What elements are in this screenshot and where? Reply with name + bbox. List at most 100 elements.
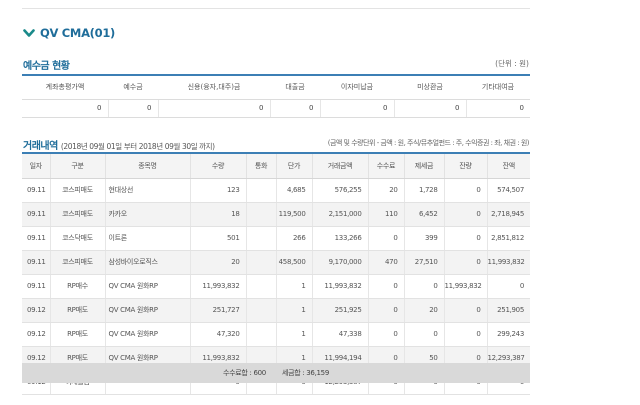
table-cell: 09.11	[22, 250, 50, 275]
table-cell: 09.12	[22, 322, 50, 347]
balance-column-header: 이자미납금	[320, 74, 394, 100]
table-cell: 251,925	[311, 298, 368, 323]
table-cell: RP매수	[49, 274, 105, 299]
table-cell: 1	[275, 322, 312, 347]
account-header[interactable]: QV CMA(01)	[23, 25, 115, 41]
table-cell: 20	[403, 298, 444, 323]
transactions-header-row: 일자 구분 종목명 수량 통화 단가 거래금액 수수료 제세금 잔량 잔액	[22, 152, 530, 179]
table-cell: 47,338	[311, 322, 368, 347]
table-cell: 삼성바이오로직스	[104, 250, 190, 275]
table-cell: 09.11	[22, 274, 50, 299]
table-cell: 09.11	[22, 178, 50, 203]
table-cell: 47,320	[189, 322, 246, 347]
table-cell: 458,500	[275, 250, 312, 275]
table-cell: 1	[275, 274, 312, 299]
table-cell: 6,452	[403, 202, 444, 227]
table-cell: 266	[275, 226, 312, 251]
transactions-column-header: 통화	[245, 152, 276, 179]
balance-column-header: 신용(융자,대주)금	[158, 74, 270, 100]
transactions-column-header: 수량	[189, 152, 246, 179]
table-cell: 0	[443, 178, 487, 203]
table-cell: 0	[443, 298, 487, 323]
transactions-unit-note: (금액 및 수량단위 - 금액 : 원, 주식/뮤추얼펀드 : 주, 수익증권 …	[327, 139, 530, 147]
table-cell: 09.12	[22, 298, 50, 323]
table-cell: 27,510	[403, 250, 444, 275]
transactions-column-header: 잔액	[486, 152, 530, 179]
table-cell: 299,243	[486, 322, 530, 347]
table-cell: 2,718,945	[486, 202, 530, 227]
table-cell: 0	[443, 226, 487, 251]
table-cell: 09.11	[22, 202, 50, 227]
table-cell	[245, 178, 276, 203]
transactions-period: (2018년 09월 01일 부터 2018년 09월 30일 까지)	[60, 142, 215, 151]
transactions-column-header: 일자	[22, 152, 50, 179]
balance-column-header: 계좌총평가액	[22, 74, 108, 100]
table-cell: 0	[403, 322, 444, 347]
table-cell: 카카오	[104, 202, 190, 227]
balance-value-row: 0000000	[22, 99, 530, 118]
balance-value-cell: 0	[269, 99, 320, 118]
balance-column-header: 대출금	[270, 74, 320, 100]
balance-value-cell: 0	[393, 99, 466, 118]
table-cell: 20	[367, 178, 404, 203]
table-cell: 18	[189, 202, 246, 227]
table-cell: 110	[367, 202, 404, 227]
table-cell: 09.11	[22, 226, 50, 251]
table-cell: QV CMA 원화RP	[104, 298, 190, 323]
transactions-column-header: 수수료	[367, 152, 404, 179]
table-cell: 0	[443, 322, 487, 347]
table-cell: 0	[443, 202, 487, 227]
table-cell: QV CMA 원화RP	[104, 274, 190, 299]
table-cell: 이트론	[104, 226, 190, 251]
table-cell: 0	[443, 250, 487, 275]
table-row[interactable]: 09.12 RP매도 QV CMA 원화RP 251,727 1 251,925 0 20 0 2…	[22, 298, 530, 323]
transactions-column-header: 구분	[49, 152, 105, 179]
balance-value-cell: 0	[157, 99, 270, 118]
table-cell: 399	[403, 226, 444, 251]
table-cell: 123	[189, 178, 246, 203]
table-cell: 11,993,832	[443, 274, 487, 299]
table-cell: 0	[486, 274, 530, 299]
table-cell: 1,728	[403, 178, 444, 203]
chevron-down-icon[interactable]	[23, 28, 35, 38]
table-row[interactable]: 09.12 RP매도 QV CMA 원화RP 47,320 1 47,338 0 0 0 299,…	[22, 322, 530, 347]
table-cell	[245, 274, 276, 299]
transactions-table: 일자 구분 종목명 수량 통화 단가 거래금액 수수료 제세금 잔량 잔액 09.11 코스피매도 현대…	[22, 152, 530, 395]
table-row[interactable]: 09.11 코스피매도 현대상선 123 4,685 576,255 20 1,728 0 574…	[22, 178, 530, 203]
balance-column-header: 예수금	[108, 74, 158, 100]
table-cell: 9,170,000	[311, 250, 368, 275]
table-cell: 0	[403, 274, 444, 299]
table-row[interactable]: 09.11 코스닥매도 이트론 501 266 133,266 0 399 0 2,851,812	[22, 226, 530, 251]
balance-column-header: 미상환금	[394, 74, 466, 100]
table-cell: 4,685	[275, 178, 312, 203]
table-cell	[245, 226, 276, 251]
table-cell: 574,507	[486, 178, 530, 203]
table-cell: 2,151,000	[311, 202, 368, 227]
table-cell: QV CMA 원화RP	[104, 322, 190, 347]
table-cell: 11,993,832	[311, 274, 368, 299]
table-cell: RP매도	[49, 298, 105, 323]
table-cell: 133,266	[311, 226, 368, 251]
table-cell	[245, 202, 276, 227]
balance-value-cell: 0	[22, 99, 108, 118]
table-cell: 코스피매도	[49, 202, 105, 227]
balance-column-header: 기타대여금	[466, 74, 530, 100]
transactions-column-header: 제세금	[403, 152, 444, 179]
top-divider	[22, 8, 530, 9]
transactions-column-header: 잔량	[443, 152, 487, 179]
balance-value-cell: 0	[465, 99, 530, 118]
table-cell: 251,905	[486, 298, 530, 323]
table-cell: 11,993,832	[189, 274, 246, 299]
transactions-column-header: 단가	[275, 152, 312, 179]
table-cell: 0	[367, 298, 404, 323]
table-cell	[245, 250, 276, 275]
balance-value-cell: 0	[107, 99, 158, 118]
table-cell: 코스피매도	[49, 250, 105, 275]
table-row[interactable]: 09.11 코스피매도 카카오 18 119,500 2,151,000 110 6,452 0…	[22, 202, 530, 227]
table-cell: 코스닥매도	[49, 226, 105, 251]
table-cell: RP매도	[49, 322, 105, 347]
table-row[interactable]: 09.11 코스피매도 삼성바이오로직스 20 458,500 9,170,000 470 2…	[22, 250, 530, 275]
table-cell: 현대상선	[104, 178, 190, 203]
table-row[interactable]: 09.11 RP매수 QV CMA 원화RP 11,993,832 1 11,993,83…	[22, 274, 530, 299]
table-cell	[245, 322, 276, 347]
